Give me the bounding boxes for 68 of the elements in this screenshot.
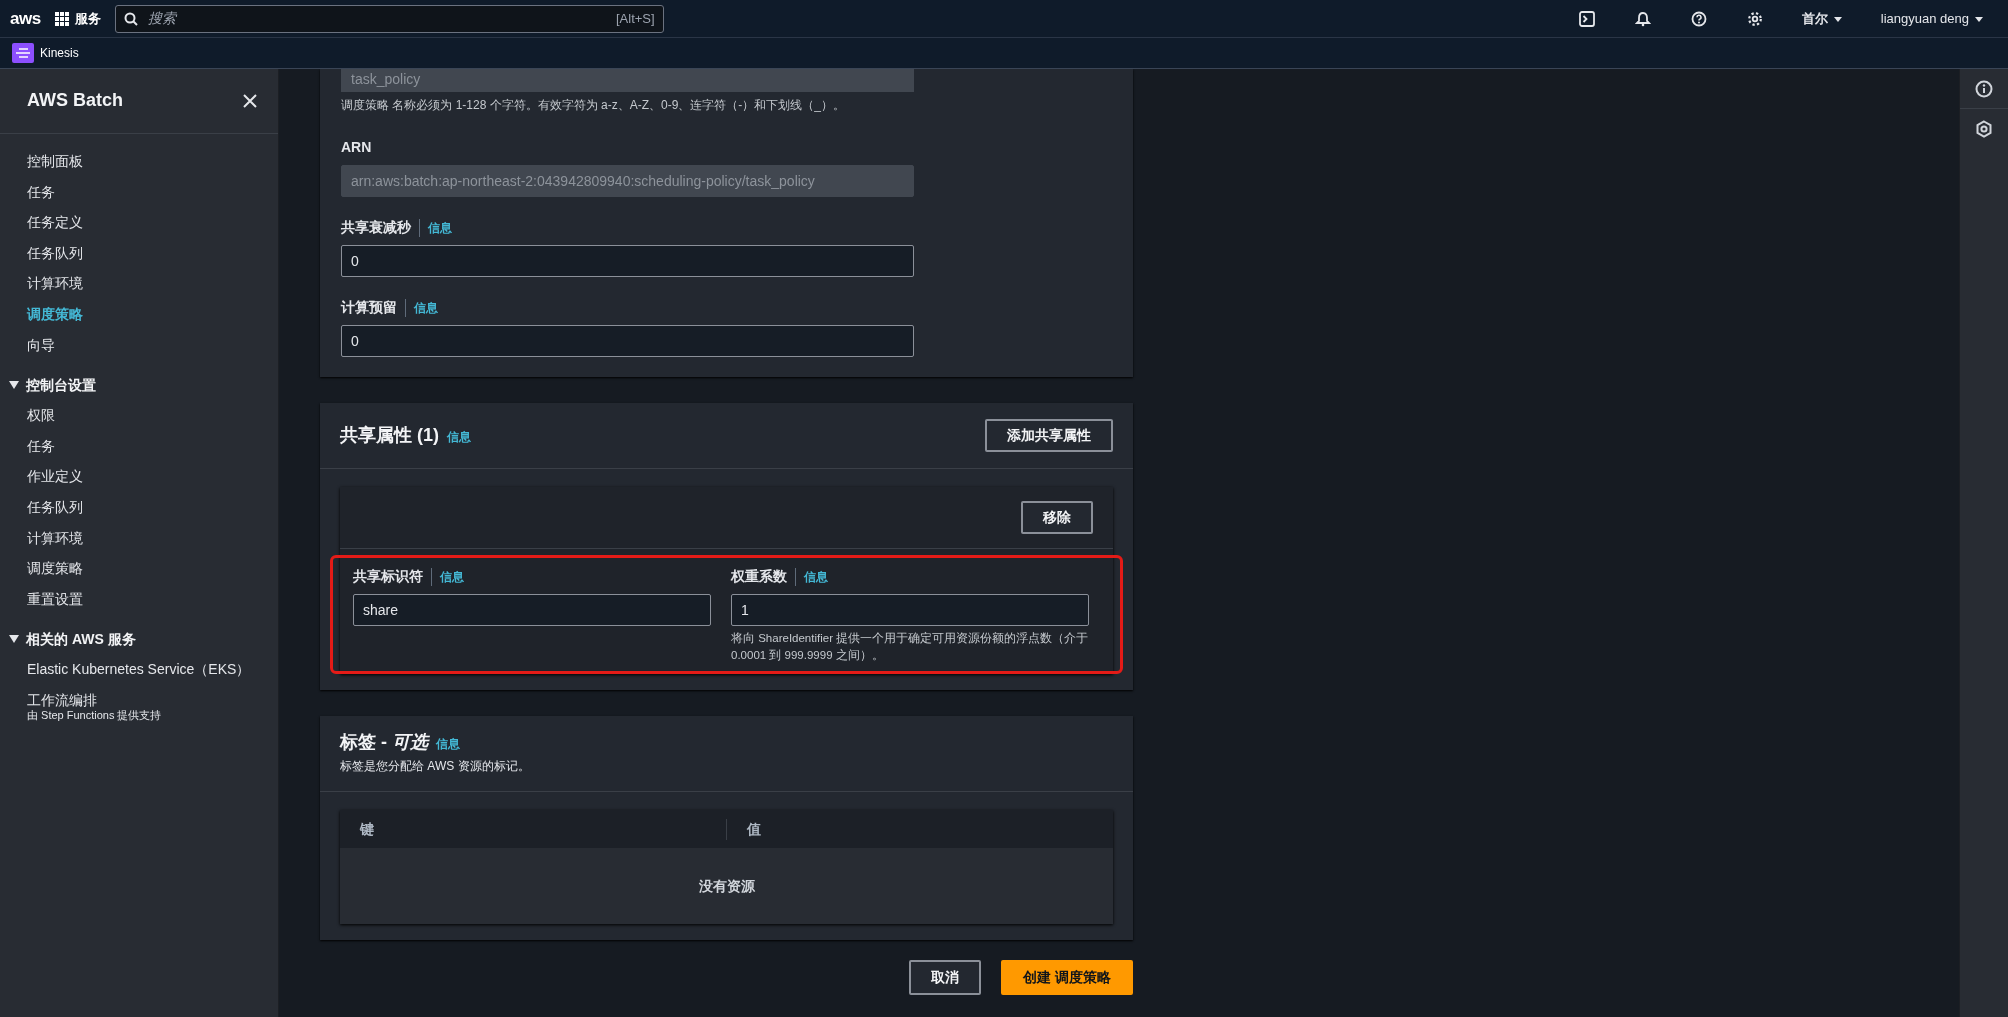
services-button[interactable]: 服务 xyxy=(54,8,101,29)
sidebar-item[interactable]: 工作流编排 由 Step Functions 提供支持 xyxy=(0,690,278,722)
hexagon-icon[interactable] xyxy=(1975,120,1993,138)
bell-icon[interactable] xyxy=(1634,10,1651,27)
section-toggle[interactable]: 相关的 AWS 服务 xyxy=(0,624,144,655)
panel-title: 标签 - 可选 xyxy=(340,731,428,754)
info-link[interactable]: 信息 xyxy=(795,567,828,586)
terminal-icon[interactable] xyxy=(1578,10,1595,27)
info-link[interactable]: 信息 xyxy=(447,429,471,445)
remove-button[interactable]: 移除 xyxy=(1021,501,1093,534)
caret-down-icon[interactable] xyxy=(8,634,20,645)
sidebar-item[interactable]: 任务 xyxy=(0,430,278,462)
sidebar-item[interactable]: 调度策略 xyxy=(0,553,278,584)
stream-icon[interactable] xyxy=(12,43,34,63)
sidebar-item[interactable]: 任务定义 xyxy=(0,207,278,238)
sidebar-item[interactable]: 调度策略 xyxy=(0,298,278,330)
field-label: 权重系数 xyxy=(731,567,787,586)
hint-text: 调度策略 名称必须为 1-128 个字符。有效字符为 a-z、A-Z、0-9、连字符（-）和下划线（_）。 xyxy=(341,97,847,114)
sidebar-item[interactable]: 任务队列 xyxy=(0,491,278,523)
empty-text: 没有资源 xyxy=(698,876,755,896)
field-label: 共享标识符 xyxy=(353,567,423,586)
sidebar-item[interactable]: 控制面板 xyxy=(0,146,278,177)
info-link[interactable]: 信息 xyxy=(419,218,452,237)
caret-icon[interactable] xyxy=(1974,14,1984,23)
info-link[interactable]: 信息 xyxy=(436,736,460,751)
field-label: 计算预留 xyxy=(341,298,397,317)
info-icon[interactable] xyxy=(1975,79,1993,98)
column-header: 键 xyxy=(358,819,375,839)
sidebar-item[interactable]: 计算环境 xyxy=(0,268,278,299)
help-icon[interactable] xyxy=(1690,10,1707,27)
sidebar-title: AWS Batch xyxy=(27,90,123,112)
sidebar-item[interactable]: 任务队列 xyxy=(0,237,278,269)
submit-button[interactable]: 创建 调度策略 xyxy=(1001,960,1133,996)
field-label: 共享衰减秒 xyxy=(341,218,411,237)
sidebar-item[interactable]: 向导 xyxy=(0,329,278,361)
sidebar-item[interactable]: 任务 xyxy=(0,176,278,208)
search-icon[interactable] xyxy=(123,11,138,26)
search-bar[interactable]: 搜索 [Alt+S] xyxy=(114,4,664,33)
input-field[interactable]: share xyxy=(353,594,711,626)
input-field[interactable]: 1 xyxy=(731,594,1089,626)
input-field[interactable]: 0 xyxy=(341,245,914,277)
caret-down-icon[interactable] xyxy=(8,380,20,391)
section-toggle[interactable]: 控制台设置 xyxy=(0,370,104,401)
search-field[interactable]: 搜索 xyxy=(145,7,608,30)
logo[interactable]: aws xyxy=(10,10,41,27)
hint-text: 将向 ShareIdentifier 提供一个用于确定可用资源份额的浮点数（介于 0.0001 到 999.9999 之间）。 xyxy=(731,631,1089,664)
panel-title: 共享属性 (1) xyxy=(340,424,439,447)
caret-icon[interactable] xyxy=(1832,14,1843,23)
input-field[interactable]: 0 xyxy=(341,325,914,357)
grid-icon[interactable] xyxy=(54,11,69,26)
sidebar-item[interactable]: 作业定义 xyxy=(0,461,278,492)
close-icon[interactable] xyxy=(242,93,258,109)
column-header: 值 xyxy=(726,818,1113,840)
shortcut-hint: [Alt+S] xyxy=(615,9,655,28)
settings-icon[interactable] xyxy=(1746,10,1763,27)
sidebar-item[interactable]: Elastic Kubernetes Service（EKS） xyxy=(0,654,278,685)
info-link[interactable]: 信息 xyxy=(405,298,438,317)
favorite-link[interactable]: Kinesis xyxy=(12,43,79,63)
panel-description: 标签是您分配给 AWS 资源的标记。 xyxy=(340,758,531,776)
sidebar-item[interactable]: 计算环境 xyxy=(0,522,278,554)
add-button[interactable]: 添加共享属性 xyxy=(985,419,1113,452)
sidebar-item[interactable]: 权限 xyxy=(0,400,278,431)
field-label: ARN xyxy=(341,138,372,157)
user-menu[interactable]: liangyuan deng xyxy=(1880,8,1984,29)
info-link[interactable]: 信息 xyxy=(431,567,464,586)
sidebar-item[interactable]: 重置设置 xyxy=(0,583,278,615)
cancel-button[interactable]: 取消 xyxy=(909,960,982,996)
region-menu[interactable]: 首尔 xyxy=(1801,8,1843,29)
